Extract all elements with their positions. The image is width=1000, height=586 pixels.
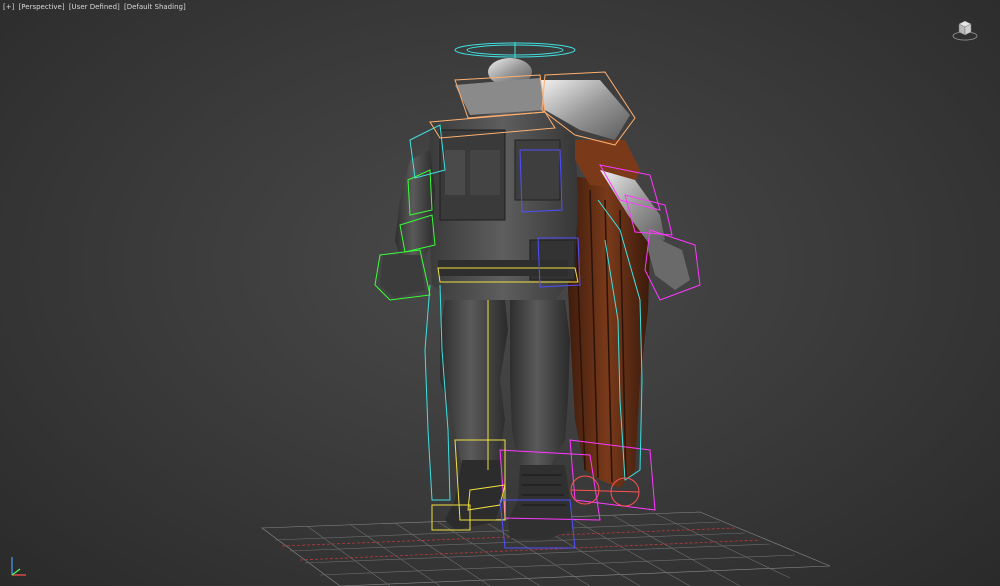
character-torso — [428, 105, 578, 300]
viewport-label-menu: [+] [Perspective] [User Defined] [Defaul… — [3, 3, 188, 11]
axis-tripod-icon — [11, 557, 26, 576]
character-head — [455, 58, 545, 115]
character-legs — [440, 300, 572, 540]
halo-control — [454, 42, 576, 58]
viewport-view-button[interactable]: [Perspective] — [19, 3, 65, 11]
perspective-viewport[interactable]: [+] [Perspective] [User Defined] [Defaul… — [0, 0, 1000, 586]
viewport-shading-button[interactable]: [Default Shading] — [124, 3, 186, 11]
character-left-arm — [380, 150, 435, 298]
viewcube-icon[interactable] — [952, 17, 978, 43]
scene-canvas[interactable] — [0, 0, 1000, 586]
viewport-camera-button[interactable]: [User Defined] — [69, 3, 120, 11]
viewport-menu-button[interactable]: [+] — [3, 3, 14, 11]
